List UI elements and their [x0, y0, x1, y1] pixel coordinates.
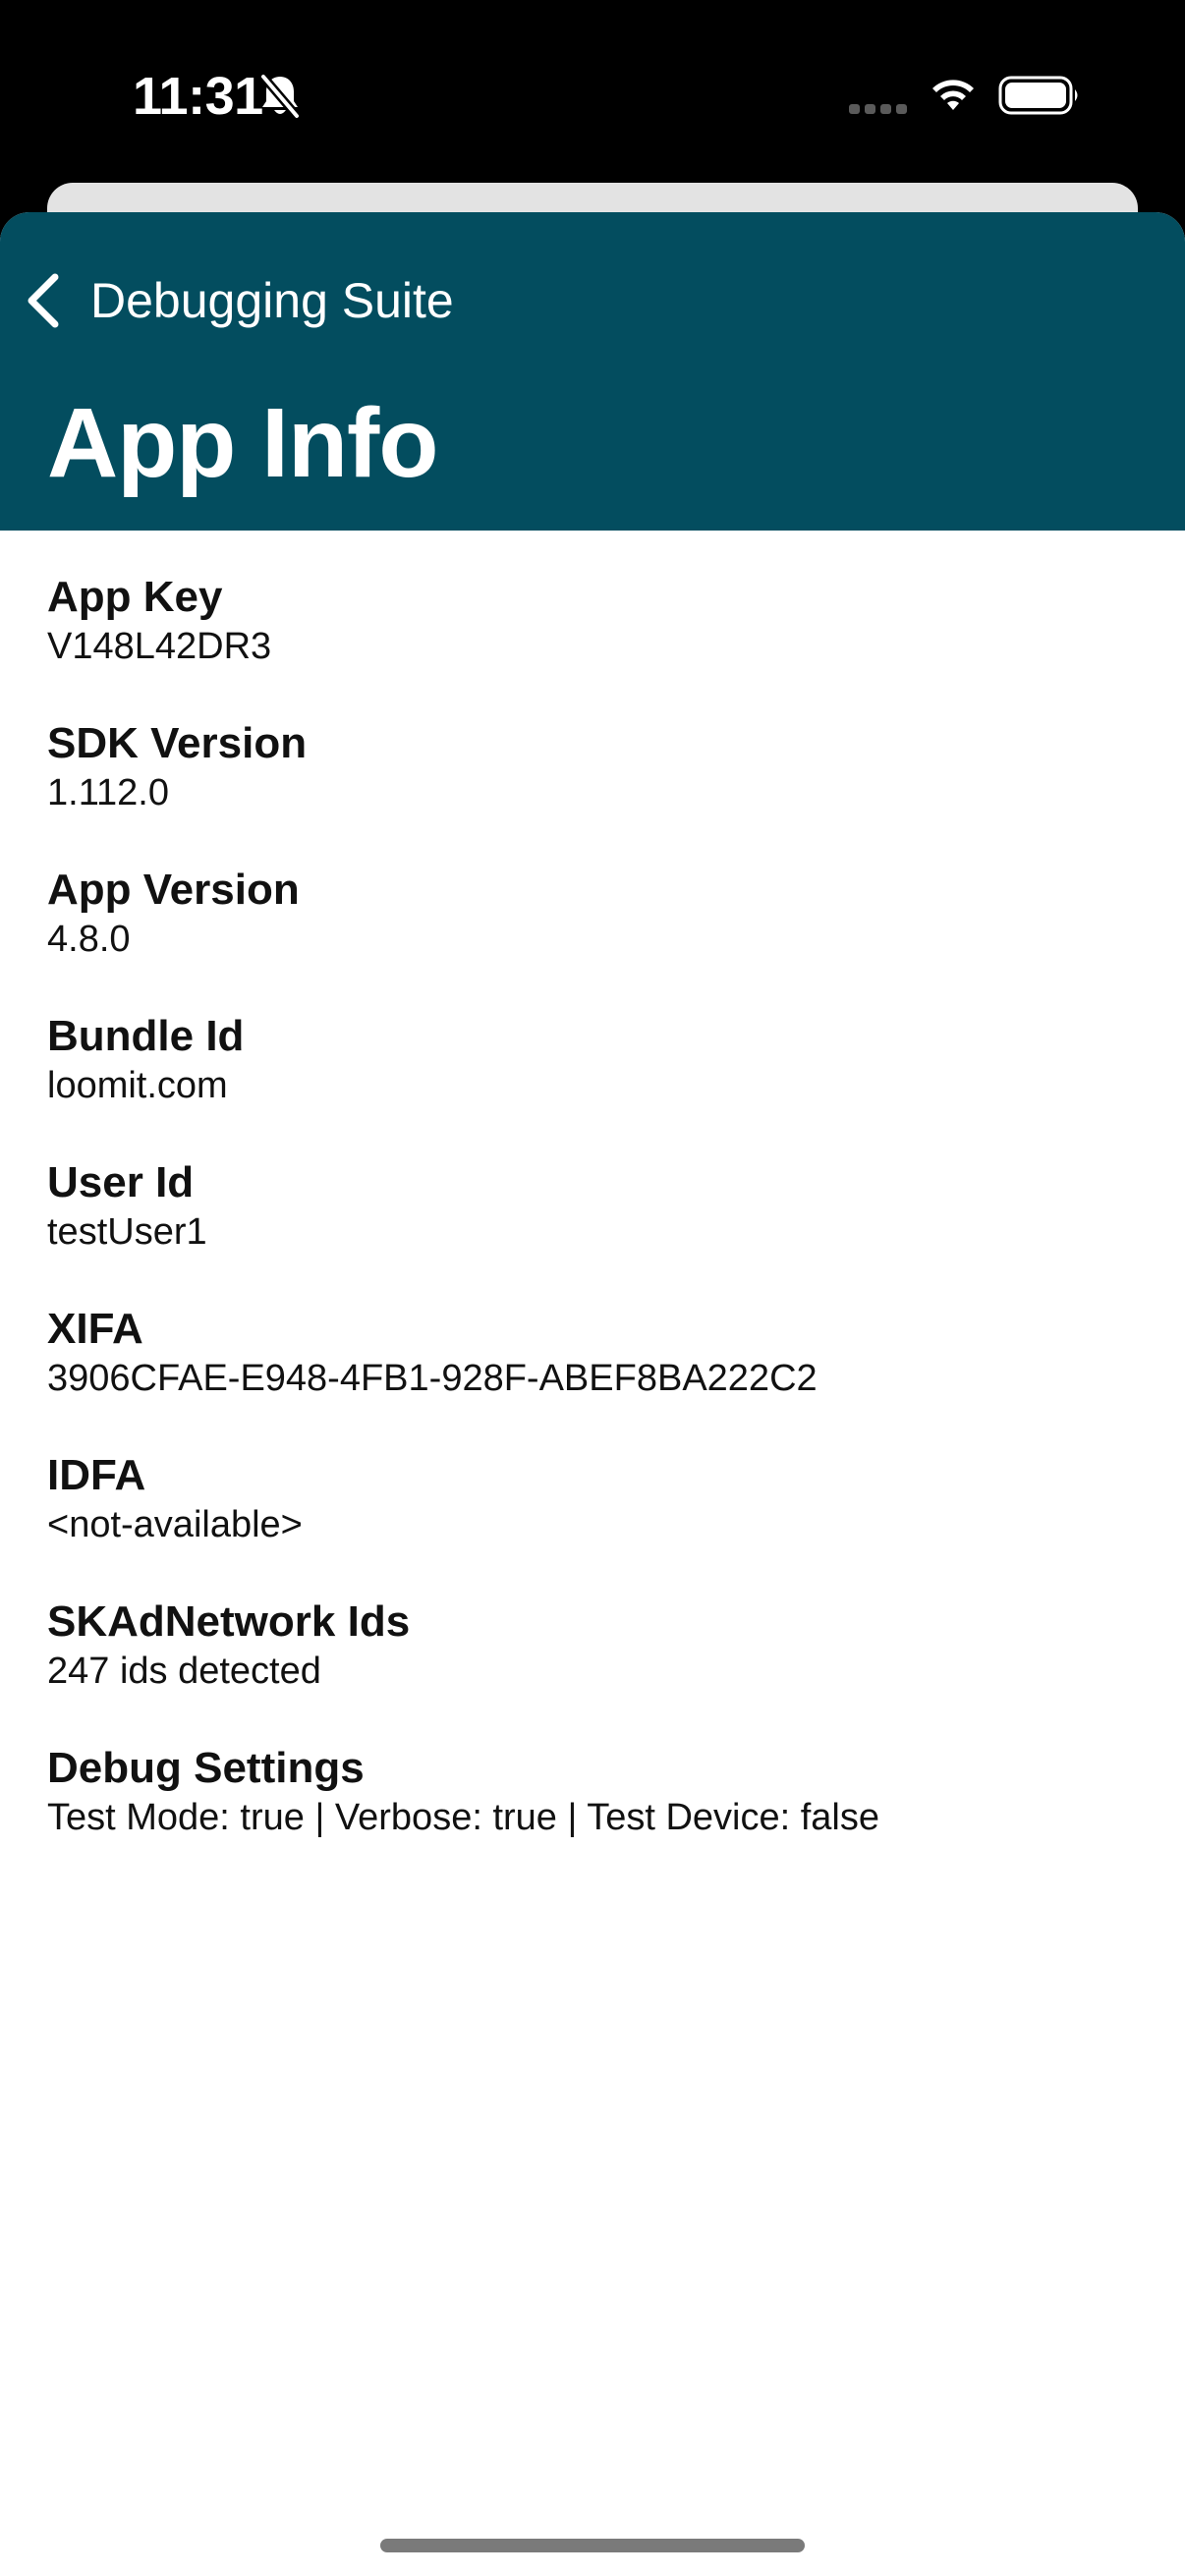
- back-button-label: Debugging Suite: [90, 273, 454, 328]
- info-value: <not-available>: [47, 1504, 303, 1545]
- info-item-bundle-id: Bundle Id loomit.com: [47, 1011, 1138, 1157]
- bell-slash-icon: [259, 74, 301, 119]
- chevron-left-icon: [28, 273, 59, 328]
- info-label: Bundle Id: [47, 1012, 245, 1060]
- info-list: App Key V148L42DR3 SDK Version 1.112.0 A…: [0, 572, 1185, 1889]
- back-button[interactable]: Debugging Suite: [24, 259, 454, 342]
- home-indicator[interactable]: [380, 2539, 805, 2552]
- info-value: 247 ids detected: [47, 1651, 321, 1692]
- status-time: 11:31: [133, 67, 263, 126]
- info-item-user-id: User Id testUser1: [47, 1157, 1138, 1304]
- info-label: IDFA: [47, 1451, 146, 1499]
- info-value: 3906CFAE-E948-4FB1-928F-ABEF8BA222C2: [47, 1358, 818, 1399]
- info-item-idfa: IDFA <not-available>: [47, 1450, 1138, 1596]
- info-value: 1.112.0: [47, 772, 169, 813]
- info-item-skadnetwork-ids: SKAdNetwork Ids 247 ids detected: [47, 1596, 1138, 1743]
- app-info-sheet: Debugging Suite App Info App Key V148L42…: [0, 212, 1185, 2576]
- info-value: V148L42DR3: [47, 626, 272, 667]
- wifi-icon: [932, 80, 974, 110]
- info-item-sdk-version: SDK Version 1.112.0: [47, 718, 1138, 865]
- info-label: App Version: [47, 866, 300, 914]
- nav-header: Debugging Suite App Info: [0, 212, 1185, 531]
- info-label: App Key: [47, 573, 223, 621]
- info-label: XIFA: [47, 1305, 143, 1353]
- info-label: User Id: [47, 1158, 195, 1206]
- info-item-app-key: App Key V148L42DR3: [47, 572, 1138, 718]
- info-item-app-version: App Version 4.8.0: [47, 865, 1138, 1011]
- info-label: SDK Version: [47, 719, 308, 767]
- info-item-xifa: XIFA 3906CFAE-E948-4FB1-928F-ABEF8BA222C…: [47, 1304, 1138, 1450]
- info-value: testUser1: [47, 1211, 207, 1253]
- info-value: loomit.com: [47, 1065, 228, 1106]
- info-value: Test Mode: true | Verbose: true | Test D…: [47, 1797, 880, 1838]
- cellular-signal-icon: [849, 104, 907, 114]
- status-bar: 11:31: [0, 0, 1185, 187]
- battery-icon: [998, 76, 1078, 115]
- info-value: 4.8.0: [47, 919, 131, 960]
- info-item-debug-settings: Debug Settings Test Mode: true | Verbose…: [47, 1743, 1138, 1889]
- info-label: Debug Settings: [47, 1744, 365, 1792]
- page-title: App Info: [47, 388, 438, 498]
- app-screen: 11:31 Debugging Suite App Info App Key V…: [0, 0, 1185, 2576]
- info-label: SKAdNetwork Ids: [47, 1597, 411, 1646]
